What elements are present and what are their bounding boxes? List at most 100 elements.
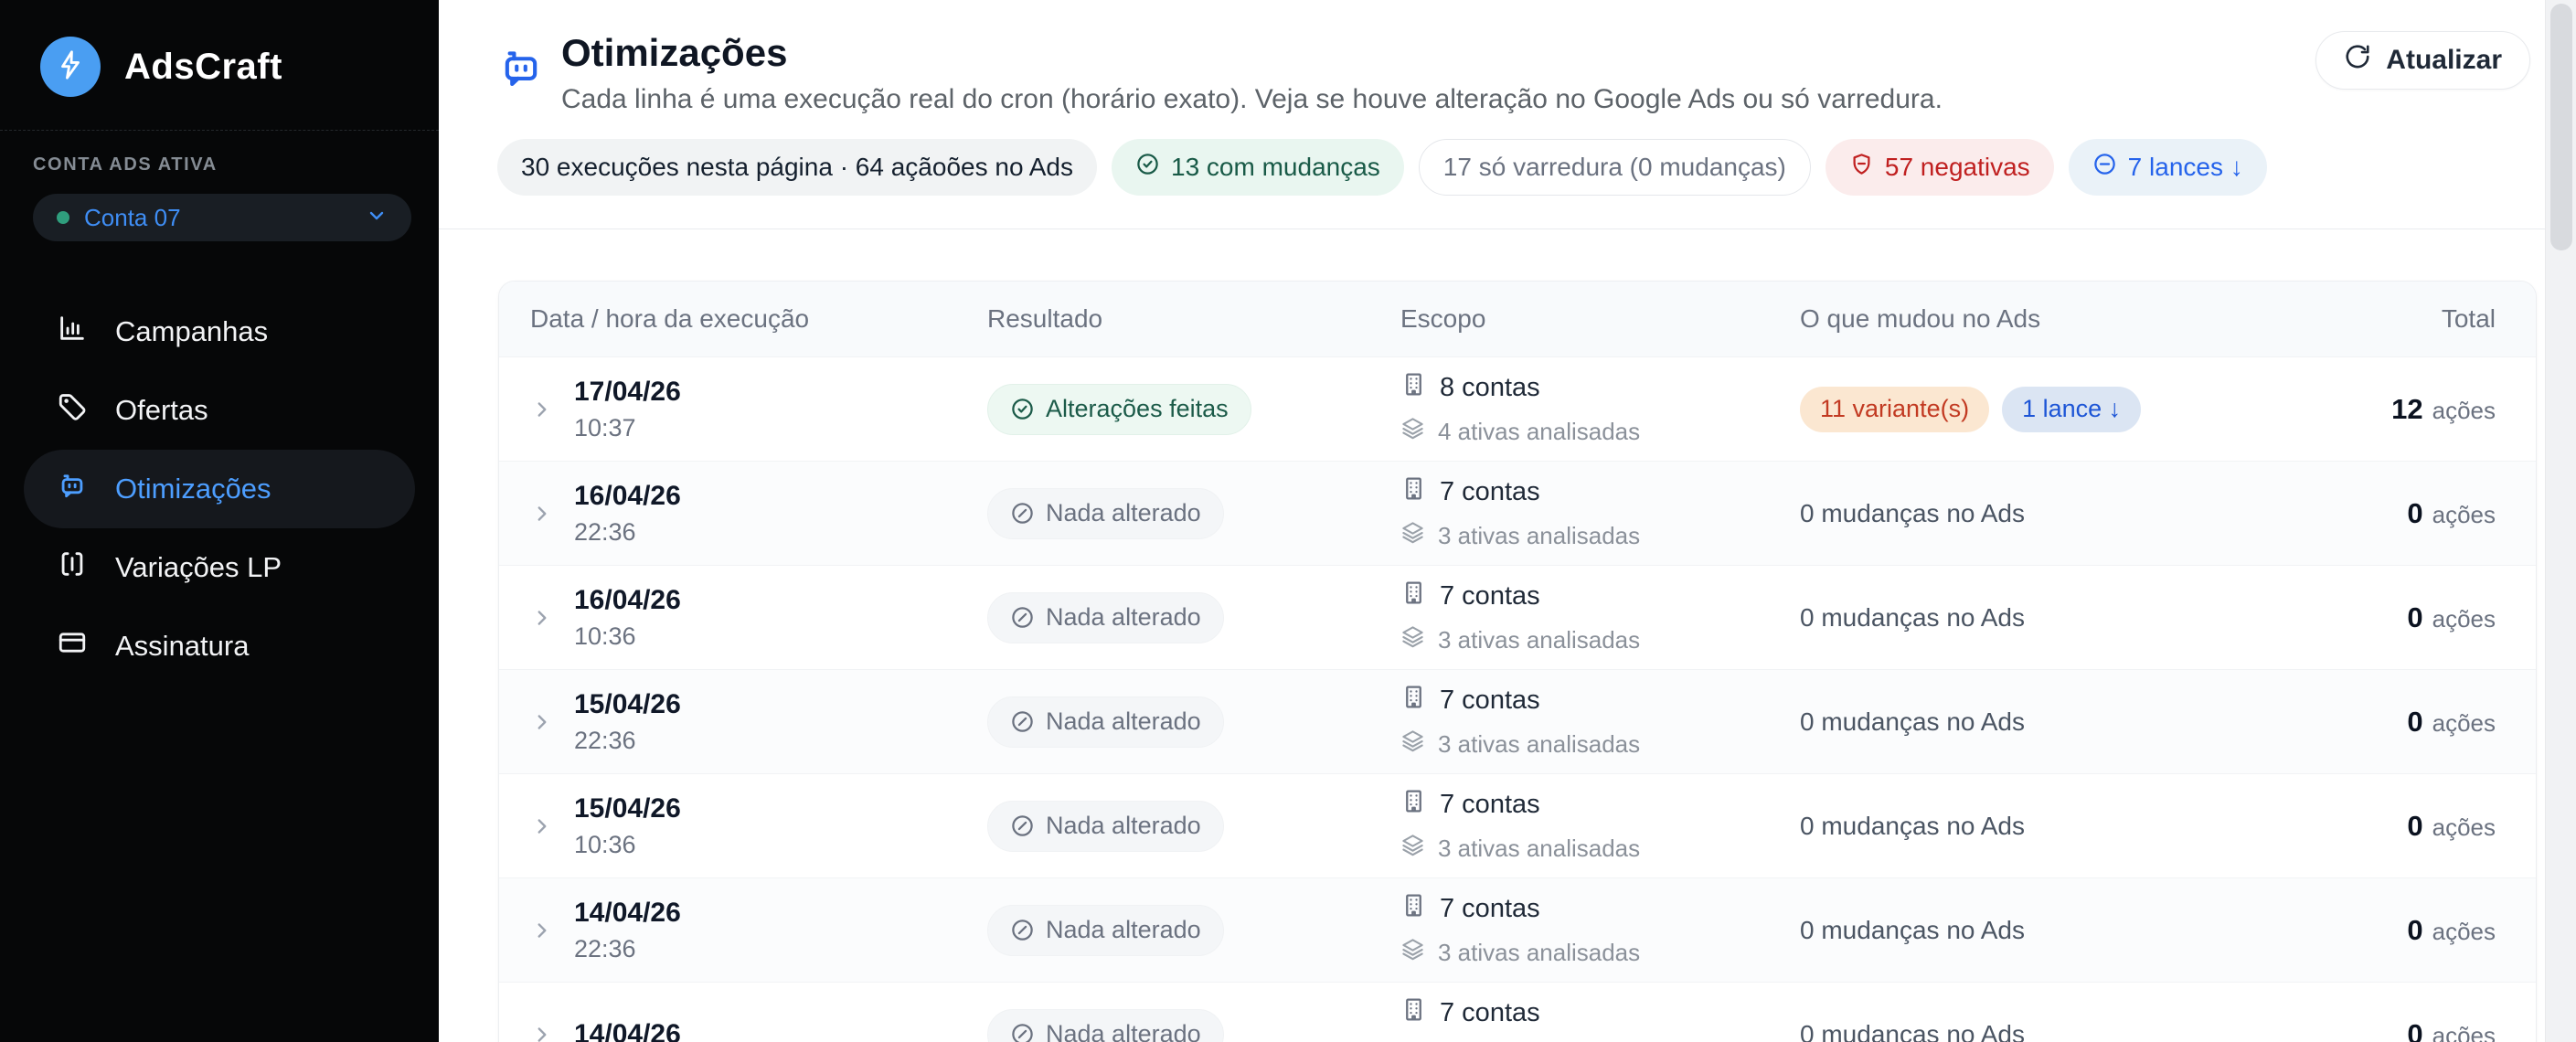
result-badge-label: Nada alterado <box>1046 603 1201 632</box>
sidebar-item-assinatura[interactable]: Assinatura <box>24 607 415 686</box>
column-header-total: Total <box>2313 304 2496 334</box>
changes-cell: 0 mudanças no Ads <box>1800 499 2313 528</box>
page-title: Otimizações <box>561 31 1943 75</box>
chevron-down-icon <box>366 205 388 231</box>
result-badge: Nada alterado <box>987 488 1224 539</box>
execution-time: 22:36 <box>574 727 681 755</box>
total-unit: ações <box>2432 1022 2496 1042</box>
execution-date: 16/04/26 <box>574 585 681 616</box>
summary-chip-info: 7 lances ↓ <box>2069 139 2267 196</box>
total-value: 12 <box>2391 393 2422 426</box>
scope-analyzed: 3 ativas analisadas <box>1438 835 1640 863</box>
layers-icon <box>1400 624 1425 655</box>
account-selector[interactable]: Conta 07 <box>33 194 411 241</box>
summary-chip-success: 13 com mudanças <box>1112 139 1404 196</box>
summary-chip-text: 7 lances ↓ <box>2128 153 2243 182</box>
table-row[interactable]: 15/04/26 22:36 Nada alterado 7 contas 3 <box>499 669 2536 773</box>
sidebar-item-campanhas[interactable]: Campanhas <box>24 292 415 371</box>
chevron-right-icon[interactable] <box>530 606 554 630</box>
refresh-button[interactable]: Atualizar <box>2315 31 2530 90</box>
execution-time: 22:36 <box>574 518 681 547</box>
shield-minus-icon <box>1849 152 1874 183</box>
credit-card-icon <box>57 627 88 665</box>
result-badge: Nada alterado <box>987 801 1224 852</box>
slash-circle-icon <box>1010 813 1035 838</box>
sidebar-item-otimizacoes[interactable]: Otimizações <box>24 450 415 528</box>
chevron-right-icon[interactable] <box>530 502 554 526</box>
chevron-right-icon[interactable] <box>530 814 554 838</box>
bar-chart-icon <box>57 313 88 351</box>
tag-icon <box>57 391 88 430</box>
building-icon <box>1400 579 1427 613</box>
result-badge-label: Nada alterado <box>1046 812 1201 840</box>
changes-cell: 0 mudanças no Ads <box>1800 707 2313 737</box>
no-changes-text: 0 mudanças no Ads <box>1800 916 2025 945</box>
app-title: AdsCraft <box>124 47 282 88</box>
sidebar-item-label: Otimizações <box>115 473 271 505</box>
building-icon <box>1400 475 1427 509</box>
slash-circle-icon <box>1010 918 1035 942</box>
scope-analyzed: 3 ativas analisadas <box>1438 626 1640 654</box>
execution-date: 15/04/26 <box>574 793 681 824</box>
sidebar-item-label: Campanhas <box>115 315 268 348</box>
brackets-icon <box>57 548 88 587</box>
zap-icon <box>55 49 86 85</box>
table-row[interactable]: 14/04/26 22:36 Nada alterado 7 contas 3 <box>499 877 2536 982</box>
total-unit: ações <box>2432 918 2496 946</box>
table-row[interactable]: 14/04/26 Nada alterado 7 contas <box>499 982 2536 1042</box>
no-changes-text: 0 mudanças no Ads <box>1800 603 2025 633</box>
sidebar-item-variacoes-lp[interactable]: Variações LP <box>24 528 415 607</box>
scope-accounts: 8 contas <box>1440 373 1540 403</box>
column-header-scope: Escopo <box>1400 304 1800 334</box>
account-section: CONTA ADS ATIVA Conta 07 <box>0 131 439 241</box>
scope-accounts: 7 contas <box>1440 477 1540 507</box>
total-unit: ações <box>2432 397 2496 425</box>
building-icon <box>1400 788 1427 822</box>
app-logo <box>40 37 101 97</box>
summary-chip-text: 13 com mudanças <box>1171 153 1380 182</box>
refresh-button-label: Atualizar <box>2386 45 2502 76</box>
chevron-right-icon[interactable] <box>530 1023 554 1042</box>
scrollbar[interactable] <box>2545 0 2576 1042</box>
table-row[interactable]: 17/04/26 10:37 Alterações feitas 8 conta… <box>499 356 2536 461</box>
page-header: Otimizações Cada linha é uma execução re… <box>439 0 2576 115</box>
no-changes-text: 0 mudanças no Ads <box>1800 1020 2025 1042</box>
chevron-right-icon[interactable] <box>530 919 554 942</box>
result-badge: Alterações feitas <box>987 384 1251 435</box>
execution-time: 22:36 <box>574 935 681 963</box>
result-badge: Nada alterado <box>987 592 1224 643</box>
account-status-dot <box>57 211 69 224</box>
execution-date: 14/04/26 <box>574 898 681 929</box>
column-header-result: Resultado <box>987 304 1400 334</box>
table-body: 17/04/26 10:37 Alterações feitas 8 conta… <box>499 356 2536 1042</box>
slash-circle-icon <box>1010 1022 1035 1042</box>
changes-cell: 0 mudanças no Ads <box>1800 1020 2313 1042</box>
result-badge-label: Nada alterado <box>1046 707 1201 736</box>
scope-accounts: 7 contas <box>1440 686 1540 716</box>
summary-chips: 30 execuções nesta página · 64 açãoões n… <box>439 115 2576 196</box>
no-changes-text: 0 mudanças no Ads <box>1800 707 2025 737</box>
table-row[interactable]: 16/04/26 10:36 Nada alterado 7 contas 3 <box>499 565 2536 669</box>
total-unit: ações <box>2432 605 2496 633</box>
account-selector-value: Conta 07 <box>84 204 351 232</box>
building-icon <box>1400 996 1427 1030</box>
result-badge: Nada alterado <box>987 905 1224 956</box>
table-row[interactable]: 15/04/26 10:36 Nada alterado 7 contas 3 <box>499 773 2536 877</box>
sidebar-nav: Campanhas Ofertas Otimizações Variações … <box>0 292 439 686</box>
execution-date: 16/04/26 <box>574 481 681 512</box>
execution-date: 15/04/26 <box>574 689 681 720</box>
total-value: 0 <box>2407 706 2422 739</box>
summary-chip-danger: 57 negativas <box>1826 139 2054 196</box>
table-header-row: Data / hora da execução Resultado Escopo… <box>499 282 2536 356</box>
layers-icon <box>1400 728 1425 760</box>
changes-cell: 11 variante(s)1 lance ↓ <box>1800 387 2313 432</box>
check-circle-icon <box>1135 152 1160 183</box>
slash-circle-icon <box>1010 709 1035 734</box>
scope-analyzed: 4 ativas analisadas <box>1438 418 1640 446</box>
sidebar-item-ofertas[interactable]: Ofertas <box>24 371 415 450</box>
scrollbar-thumb[interactable] <box>2550 4 2572 250</box>
chevron-right-icon[interactable] <box>530 710 554 734</box>
chevron-right-icon[interactable] <box>530 398 554 421</box>
table-row[interactable]: 16/04/26 22:36 Nada alterado 7 contas 3 <box>499 461 2536 565</box>
page-subtitle: Cada linha é uma execução real do cron (… <box>561 84 1943 115</box>
